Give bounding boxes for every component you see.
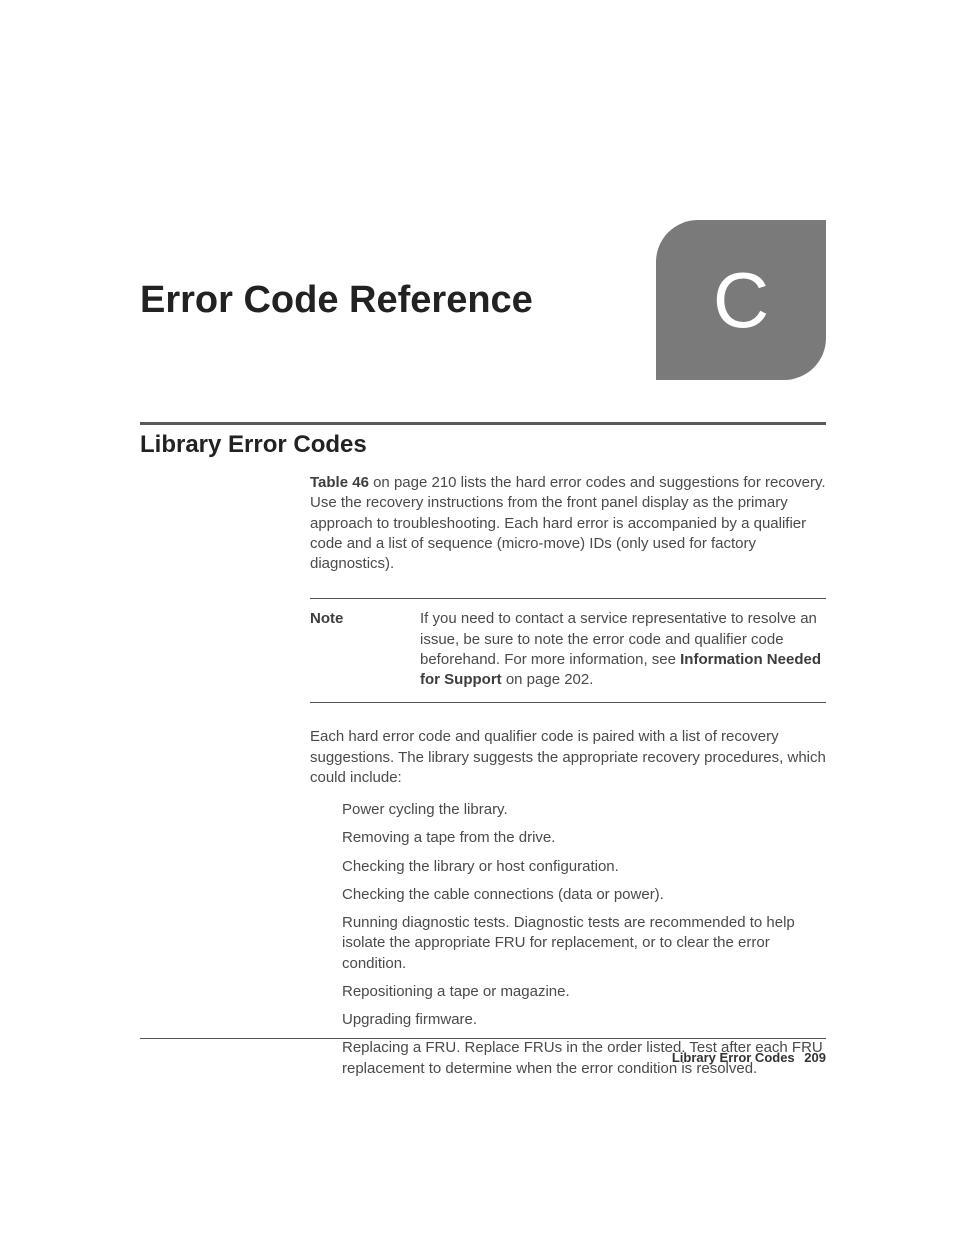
table-reference-link[interactable]: Table 46: [310, 474, 369, 491]
recovery-list: Power cycling the library. Removing a ta…: [342, 800, 826, 1079]
intro-text: on page 210 lists the hard error codes a…: [310, 474, 826, 572]
note-text-post: on page 202.: [502, 671, 594, 688]
note-box: Note If you need to contact a service re…: [310, 598, 826, 703]
page-footer: Library Error Codes 209: [672, 1050, 826, 1065]
list-item: Repositioning a tape or magazine.: [342, 982, 826, 1002]
list-item: Removing a tape from the drive.: [342, 828, 826, 848]
list-item: Checking the cable connections (data or …: [342, 885, 826, 905]
footer-rule: [140, 1038, 826, 1039]
footer-title: Library Error Codes: [672, 1050, 795, 1065]
section-heading: Library Error Codes: [140, 431, 826, 459]
list-item: Upgrading firmware.: [342, 1010, 826, 1030]
list-item: Running diagnostic tests. Diagnostic tes…: [342, 913, 826, 974]
appendix-letter-badge: C: [656, 220, 826, 380]
note-text: If you need to contact a service represe…: [420, 609, 826, 690]
page-title: Error Code Reference: [140, 279, 533, 322]
footer-page-number: 209: [804, 1050, 826, 1065]
body-paragraph: Each hard error code and qualifier code …: [310, 727, 826, 788]
list-item: Checking the library or host configurati…: [342, 857, 826, 877]
note-label: Note: [310, 609, 420, 690]
section-rule: [140, 422, 826, 425]
intro-paragraph: Table 46 on page 210 lists the hard erro…: [310, 473, 826, 574]
list-item: Power cycling the library.: [342, 800, 826, 820]
